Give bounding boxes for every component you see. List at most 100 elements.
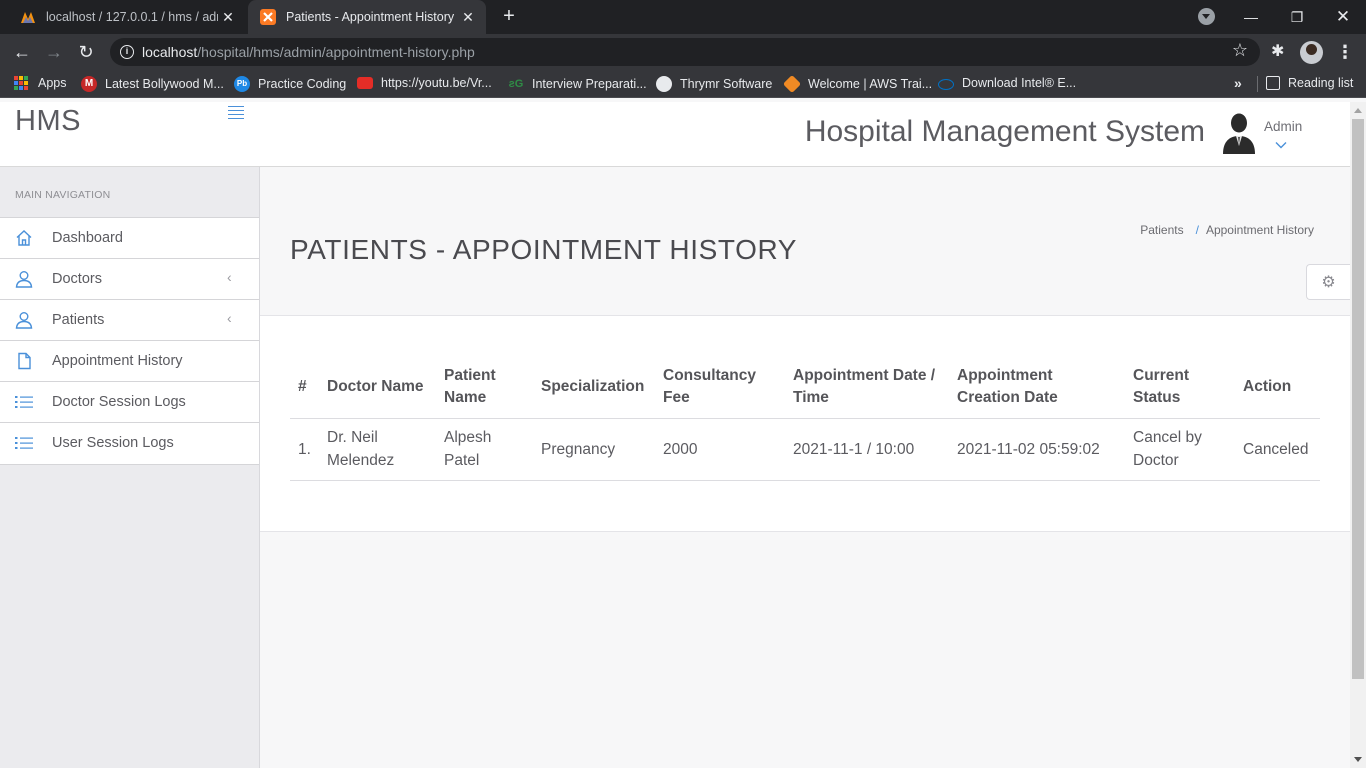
pb-icon: Pb xyxy=(234,76,250,92)
reload-icon[interactable]: ↻ xyxy=(74,40,98,64)
appointment-history-panel: # Doctor Name Patient Name Specializatio… xyxy=(260,316,1350,532)
brand-area: HMS xyxy=(0,102,260,167)
column-header-doctor-name: Doctor Name xyxy=(319,360,436,419)
home-icon xyxy=(15,229,33,247)
minimize-icon[interactable]: — xyxy=(1228,0,1274,34)
cell-action: Canceled xyxy=(1235,418,1320,481)
youtube-icon xyxy=(357,77,373,89)
profile-avatar[interactable] xyxy=(1300,41,1323,64)
cell-creation-date: 2021-11-02 05:59:02 xyxy=(949,418,1125,481)
column-header-action: Action xyxy=(1235,360,1320,419)
sidebar-item-doctors[interactable]: Doctors ‹ xyxy=(0,259,259,300)
scrollbar-thumb[interactable] xyxy=(1352,119,1364,679)
music-m-icon: M xyxy=(81,76,97,92)
globe-icon xyxy=(656,76,672,92)
apps-grid-icon xyxy=(14,76,30,90)
sidebar-item-user-session-logs[interactable]: User Session Logs xyxy=(0,423,259,464)
chevron-left-icon: ‹ xyxy=(227,269,232,285)
browser-tab-phpmyadmin[interactable]: localhost / 127.0.0.1 / hms / adm ✕ xyxy=(8,0,246,34)
page-title: PATIENTS - APPOINTMENT HISTORY xyxy=(290,234,798,265)
browser-menu-icon[interactable]: ⋮ xyxy=(1336,41,1354,63)
user-icon xyxy=(15,311,33,329)
sidebar-item-label: Doctor Session Logs xyxy=(52,394,186,410)
sidebar-item-label: Appointment History xyxy=(52,353,183,369)
user-name[interactable]: Admin xyxy=(1264,119,1302,134)
column-header-creation-date: Appointment Creation Date xyxy=(949,360,1125,419)
scroll-down-icon[interactable] xyxy=(1354,757,1362,762)
breadcrumb-current: Appointment History xyxy=(1205,223,1314,237)
bookmark-star-icon[interactable]: ☆ xyxy=(1232,40,1248,61)
bookmark-aws[interactable]: Welcome | AWS Trai... xyxy=(782,74,932,94)
close-tab-icon[interactable]: ✕ xyxy=(218,9,238,26)
bookmark-interview-prep[interactable]: ƨG Interview Preparati... xyxy=(508,76,647,92)
file-icon xyxy=(15,352,33,370)
sidebar-item-patients[interactable]: Patients ‹ xyxy=(0,300,259,341)
column-header-num: # xyxy=(290,360,319,419)
bookmark-practice-coding[interactable]: Pb Practice Coding xyxy=(234,76,346,92)
breadcrumb-patients[interactable]: Patients xyxy=(1140,223,1183,237)
list-icon xyxy=(15,393,33,411)
address-bar[interactable]: i localhost/hospital/hms/admin/appointme… xyxy=(110,38,1260,66)
tab-search-icon[interactable] xyxy=(1198,8,1215,25)
sidebar-item-label: Doctors xyxy=(52,271,102,287)
main-navigation: Dashboard Doctors ‹ Patients ‹ Appointme… xyxy=(0,217,259,465)
sidebar-item-appointment-history[interactable]: Appointment History xyxy=(0,341,259,382)
reading-list-icon xyxy=(1266,76,1280,90)
list-icon xyxy=(15,434,33,452)
browser-toolbar: ← → ↻ i localhost/hospital/hms/admin/app… xyxy=(0,34,1366,70)
settings-button[interactable]: ⚙ xyxy=(1306,264,1350,300)
breadcrumb: Patients / Appointment History xyxy=(1140,223,1314,237)
url-text: localhost/hospital/hms/admin/appointment… xyxy=(142,44,475,60)
vertical-scrollbar[interactable] xyxy=(1350,102,1366,768)
sidebar-item-label: Dashboard xyxy=(52,230,123,246)
close-tab-icon[interactable]: ✕ xyxy=(458,9,478,26)
restore-icon[interactable]: ❐ xyxy=(1274,0,1320,34)
divider xyxy=(1257,76,1258,92)
app-viewport: HMS MAIN NAVIGATION Dashboard Doctors ‹ xyxy=(0,102,1350,768)
top-navbar: Hospital Management System Admin xyxy=(260,102,1350,167)
bookmark-thrymr[interactable]: Thrymr Software xyxy=(656,76,772,92)
forward-icon[interactable]: → xyxy=(42,40,66,64)
xampp-icon xyxy=(260,9,276,25)
back-icon[interactable]: ← xyxy=(10,40,34,64)
reading-list[interactable]: Reading list xyxy=(1266,76,1353,90)
browser-tabstrip: localhost / 127.0.0.1 / hms / adm ✕ Pati… xyxy=(0,0,1366,34)
cell-status: Cancel by Doctor xyxy=(1125,418,1235,481)
brand-logo[interactable]: HMS xyxy=(15,105,81,138)
browser-tab-appointment-history[interactable]: Patients - Appointment History ✕ xyxy=(248,0,486,34)
system-title: Hospital Management System xyxy=(804,115,1205,148)
sidebar-item-label: User Session Logs xyxy=(52,435,174,451)
sidebar: HMS MAIN NAVIGATION Dashboard Doctors ‹ xyxy=(0,102,260,768)
tab-title: localhost / 127.0.0.1 / hms / adm xyxy=(46,10,218,24)
extensions-icon[interactable]: ✱ xyxy=(1271,41,1284,61)
bookmark-bollywood[interactable]: M Latest Bollywood M... xyxy=(81,76,224,92)
cell-specialization: Pregnancy xyxy=(533,418,655,481)
column-header-fee: Consultancy Fee xyxy=(655,360,785,419)
user-avatar[interactable] xyxy=(1222,112,1256,154)
gear-icon: ⚙ xyxy=(1321,274,1336,291)
close-window-icon[interactable]: ✕ xyxy=(1320,0,1366,34)
table-header-row: # Doctor Name Patient Name Specializatio… xyxy=(290,360,1320,419)
column-header-status: Current Status xyxy=(1125,360,1235,419)
chevron-down-icon[interactable] xyxy=(1275,138,1287,150)
scroll-up-icon[interactable] xyxy=(1354,108,1362,113)
sidebar-item-doctor-session-logs[interactable]: Doctor Session Logs xyxy=(0,382,259,423)
table-row: 1. Dr. Neil Melendez Alpesh Patel Pregna… xyxy=(290,418,1320,481)
menu-toggle-icon[interactable] xyxy=(228,106,244,119)
sidebar-item-dashboard[interactable]: Dashboard xyxy=(0,218,259,259)
cell-appointment-datetime: 2021-11-1 / 10:00 xyxy=(785,418,949,481)
cell-num: 1. xyxy=(290,418,319,481)
appointment-history-table: # Doctor Name Patient Name Specializatio… xyxy=(290,360,1320,481)
chevron-left-icon: ‹ xyxy=(227,310,232,326)
phpmyadmin-icon xyxy=(20,9,36,25)
site-info-icon[interactable]: i xyxy=(120,45,134,59)
bookmark-intel[interactable]: Download Intel® E... xyxy=(938,76,1076,90)
cell-patient-name: Alpesh Patel xyxy=(436,418,533,481)
page-background xyxy=(260,532,1350,768)
more-bookmarks-icon[interactable]: » xyxy=(1234,75,1242,91)
bookmark-apps[interactable]: Apps xyxy=(14,76,67,90)
intel-icon xyxy=(938,78,954,90)
sidebar-item-label: Patients xyxy=(52,312,105,328)
bookmark-youtube[interactable]: https://youtu.be/Vr... xyxy=(357,76,492,90)
new-tab-button[interactable]: + xyxy=(498,5,520,27)
